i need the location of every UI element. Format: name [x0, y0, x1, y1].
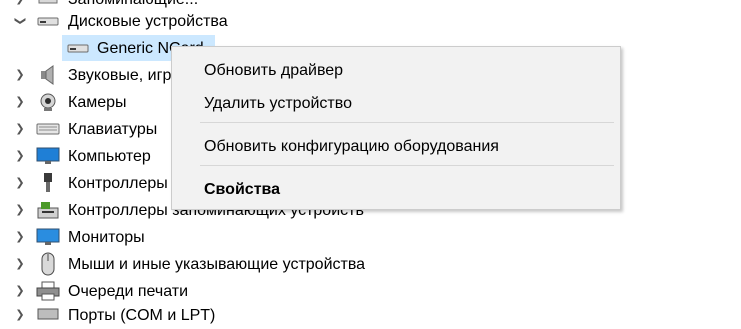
tree-item-label: Компьютер — [68, 148, 151, 165]
chevron-right-icon[interactable]: ❯ — [14, 122, 26, 136]
chevron-right-icon[interactable]: ❯ — [14, 176, 26, 190]
tree-item-label: Очереди печати — [68, 283, 189, 300]
menu-item-scan-hardware-changes[interactable]: Обновить конфигурацию оборудования — [204, 137, 499, 157]
chevron-right-icon[interactable]: ❯ — [14, 149, 26, 163]
chevron-right-icon[interactable]: ❯ — [14, 308, 26, 322]
menu-separator — [200, 122, 614, 123]
chevron-right-icon[interactable]: ❯ — [14, 95, 26, 109]
tree-item-label: Порты (COM и LPT) — [68, 307, 216, 324]
storage-controller-icon — [36, 200, 60, 220]
chevron-right-icon[interactable]: ❯ — [14, 284, 26, 298]
chevron-right-icon[interactable]: ❯ — [14, 203, 26, 217]
chevron-right-icon[interactable]: ❯ — [14, 230, 26, 244]
tree-item-label: Мыши и иные указывающие устройства — [68, 256, 366, 273]
disk-drive-icon — [66, 38, 90, 58]
chevron-right-icon[interactable]: ❯ — [14, 68, 26, 82]
speaker-icon — [36, 65, 60, 85]
monitor-icon — [36, 227, 60, 247]
tree-item-label: Клавиатуры — [68, 121, 158, 138]
tree-item-label: Дисковые устройства — [68, 13, 228, 30]
menu-separator — [200, 165, 614, 166]
menu-item-update-driver[interactable]: Обновить драйвер — [204, 61, 343, 81]
tree-item-disk-drives[interactable]: ❯ Дисковые устройства — [0, 8, 741, 35]
chevron-down-icon[interactable]: ❯ — [13, 15, 27, 27]
keyboard-icon — [36, 119, 60, 139]
tree-item-label: Камеры — [68, 94, 127, 111]
monitor-icon — [36, 146, 60, 166]
disk-drive-icon — [36, 11, 60, 31]
menu-item-uninstall-device[interactable]: Удалить устройство — [204, 94, 352, 114]
tree-item-ports[interactable]: ❯ Порты (COM и LPT) — [0, 302, 741, 329]
printer-icon — [36, 281, 60, 301]
tree-item-print-queues[interactable]: ❯ Очереди печати — [0, 278, 741, 305]
usb-plug-icon — [36, 173, 60, 193]
mouse-icon — [36, 252, 60, 276]
tree-item-monitors[interactable]: ❯ Мониторы — [0, 224, 741, 251]
chevron-right-icon[interactable]: ❯ — [14, 257, 26, 271]
tree-item-label: Мониторы — [68, 229, 145, 246]
webcam-icon — [36, 92, 60, 112]
menu-item-properties[interactable]: Свойства — [204, 180, 280, 200]
context-menu: Обновить драйвер Удалить устройство Обно… — [171, 46, 621, 210]
port-icon — [36, 305, 60, 325]
tree-item-mice[interactable]: ❯ Мыши и иные указывающие устройства — [0, 251, 741, 278]
chevron-right-icon[interactable]: ❯ — [14, 0, 26, 6]
